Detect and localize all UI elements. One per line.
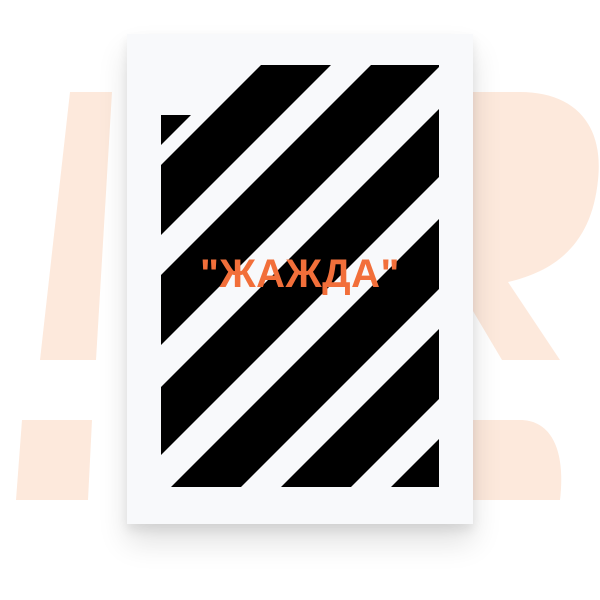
background-letter-left-stroke <box>40 92 112 360</box>
cover-stage: "ЖАЖДА" <box>0 0 600 600</box>
background-letter-right-bowl <box>470 92 599 360</box>
cover-title: "ЖАЖДА" <box>199 252 400 296</box>
background-letter-left-foot <box>16 420 92 500</box>
background-letter-right-leg <box>470 420 562 500</box>
